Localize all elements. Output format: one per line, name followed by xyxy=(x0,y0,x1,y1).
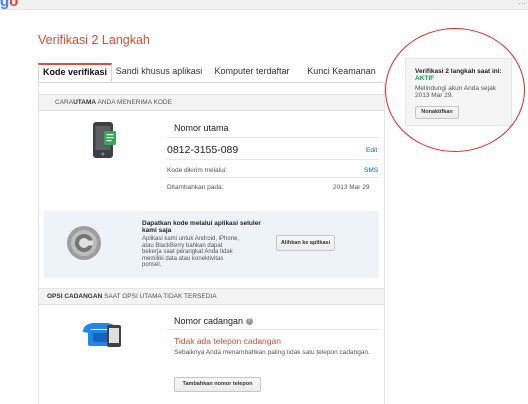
tab-security-keys[interactable]: Kunci Keamanan xyxy=(300,64,383,82)
google-logo[interactable]: go xyxy=(0,0,18,9)
primary-number-label: Nomor utama xyxy=(174,123,229,133)
tab-app-passwords[interactable]: Sandi khusus aplikasi xyxy=(112,64,206,82)
smartphone-icon xyxy=(91,121,119,164)
verification-status-box: Verifikasi 2 langkah saat ini: AKTIF Mel… xyxy=(405,58,512,126)
no-backup-text: Tidak ada telepon cadangan xyxy=(174,336,281,346)
account-menu[interactable]: … xyxy=(518,0,526,6)
phone-tablet-icon xyxy=(81,318,123,353)
authenticator-promo: Dapatkan kode melalui aplikasi seluler k… xyxy=(44,211,379,278)
top-bar: go … xyxy=(0,0,528,10)
status-badge: AKTIF xyxy=(415,75,435,82)
divider xyxy=(167,137,379,138)
added-date-label: Ditambahkan pada: xyxy=(167,184,224,191)
sent-via-value[interactable]: SMS xyxy=(364,167,378,174)
divider xyxy=(167,159,379,160)
promo-text: Aplikasi kami untuk Android, iPhone, ata… xyxy=(142,236,240,268)
backup-hint: Sebaiknya Anda menambahkan paling tidak … xyxy=(174,349,370,356)
edit-primary-link[interactable]: Edit xyxy=(366,147,377,154)
status-title: Verifikasi 2 langkah saat ini: xyxy=(415,68,502,75)
added-date-value: 2013 Mar 29 xyxy=(333,184,370,191)
tab-verification-codes[interactable]: Kode verifikasi xyxy=(38,63,112,82)
promo-title: Dapatkan kode melalui aplikasi seluler k… xyxy=(142,220,261,234)
divider xyxy=(167,177,379,178)
section-heading-primary: CARAUTAMA ANDA MENERIMA KODE xyxy=(39,94,384,111)
disable-button[interactable]: Nonaktifkan xyxy=(415,106,459,119)
divider xyxy=(167,329,379,330)
status-since: Melindungi akun Anda sejak 2013 Mar 29. xyxy=(415,85,496,99)
backup-number-label: Nomor cadangan ? xyxy=(174,316,253,326)
help-icon[interactable]: ? xyxy=(245,318,253,326)
section-heading-backup: OPSI CADANGAN SAAT OPSI UTAMA TIDAK TERS… xyxy=(39,288,384,305)
primary-phone-number: 0812-3155-089 xyxy=(167,144,239,156)
authenticator-icon xyxy=(66,225,102,266)
page-title: Verifikasi 2 Langkah xyxy=(38,33,150,47)
tab-registered-computers[interactable]: Komputer terdaftar xyxy=(206,64,298,82)
add-phone-button[interactable]: Tambahkan nomor telepon xyxy=(174,377,261,392)
tab-bar: Kode verifikasi Sandi khusus aplikasi Ko… xyxy=(38,63,383,83)
switch-to-app-button[interactable]: Alihkan ke aplikasi xyxy=(276,235,335,251)
sent-via-label: Kode dikirim melalui: xyxy=(167,167,227,174)
verification-panel: CARAUTAMA ANDA MENERIMA KODE Nomor utama… xyxy=(38,83,385,404)
